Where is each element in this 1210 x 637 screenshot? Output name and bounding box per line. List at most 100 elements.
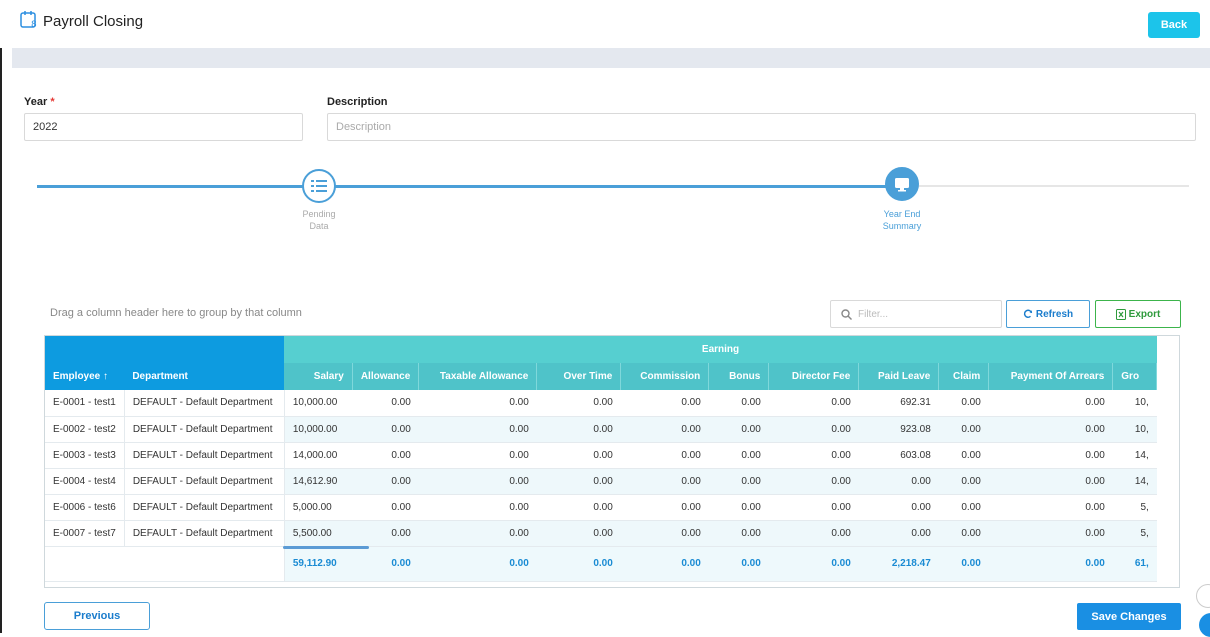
table-row[interactable]: E-0006 - test6 DEFAULT - Default Departme… <box>45 494 1157 521</box>
filter-box[interactable] <box>830 300 1002 328</box>
amount-cell: 10, <box>1112 416 1157 443</box>
amount-cell: 10,000.00 <box>284 390 353 417</box>
column-header-bonus[interactable]: Bonus <box>708 363 770 390</box>
amount-cell: 0.00 <box>988 442 1113 469</box>
required-marker: * <box>50 96 55 108</box>
amount-cell: 0.00 <box>988 416 1113 443</box>
table-row[interactable]: E-0004 - test4 DEFAULT - Default Departme… <box>45 468 1157 495</box>
amount-cell: 0.00 <box>352 468 419 495</box>
save-changes-button[interactable]: Save Changes <box>1077 603 1181 630</box>
amount-cell: 0.00 <box>418 390 537 417</box>
filter-input[interactable] <box>858 308 988 320</box>
amount-cell: 0.00 <box>536 520 621 547</box>
amount-cell: 0.00 <box>768 442 859 469</box>
total-cell: 0.00 <box>938 546 989 582</box>
department-cell: DEFAULT - Default Department <box>124 390 285 417</box>
step-year-end-summary[interactable] <box>885 167 919 201</box>
monitor-icon <box>895 177 909 191</box>
amount-cell: 923.08 <box>858 416 939 443</box>
column-header-department[interactable]: Department <box>124 363 285 390</box>
amount-cell: 0.00 <box>858 520 939 547</box>
total-cell: 0.00 <box>620 546 709 582</box>
column-header-gross[interactable]: Gro <box>1112 363 1158 390</box>
total-cell: 0.00 <box>352 546 419 582</box>
table-row[interactable]: E-0007 - test7 DEFAULT - Default Departme… <box>45 520 1157 547</box>
refresh-button[interactable]: Refresh <box>1006 300 1090 328</box>
stepper-progress-line <box>37 185 903 188</box>
refresh-icon <box>1023 309 1033 318</box>
amount-cell: 14, <box>1112 442 1157 469</box>
amount-cell: 5, <box>1112 494 1157 521</box>
amount-cell: 14, <box>1112 468 1157 495</box>
department-cell: DEFAULT - Default Department <box>124 494 285 521</box>
header-band <box>12 48 1210 68</box>
table-row[interactable]: E-0002 - test2 DEFAULT - Default Departme… <box>45 416 1157 443</box>
total-cell: 0.00 <box>768 546 859 582</box>
step-label-line: Summary <box>882 221 922 231</box>
amount-cell: 0.00 <box>768 416 859 443</box>
column-header-commission[interactable]: Commission <box>620 363 710 390</box>
amount-cell: 692.31 <box>858 390 939 417</box>
amount-cell: 0.00 <box>418 520 537 547</box>
export-button-label: Export <box>1128 308 1161 320</box>
employee-cell: E-0004 - test4 <box>45 468 125 495</box>
export-button[interactable]: Export <box>1095 300 1181 328</box>
table-row[interactable]: E-0003 - test3 DEFAULT - Default Departme… <box>45 442 1157 469</box>
year-field[interactable] <box>24 113 303 141</box>
description-field[interactable] <box>327 113 1196 141</box>
step-year-end-summary-label: Year End Summary <box>872 208 932 232</box>
amount-cell: 0.00 <box>418 468 537 495</box>
year-label-text: Year <box>24 96 48 108</box>
refresh-button-label: Refresh <box>1035 308 1074 320</box>
amount-cell: 0.00 <box>536 468 621 495</box>
amount-cell: 0.00 <box>536 390 621 417</box>
total-cell: 0.00 <box>708 546 769 582</box>
column-header-payment-of-arrears[interactable]: Payment Of Arrears <box>988 363 1114 390</box>
back-button[interactable]: Back <box>1148 12 1200 38</box>
amount-cell: 0.00 <box>708 416 769 443</box>
list-icon <box>311 180 327 192</box>
horizontal-scrollbar[interactable] <box>283 546 369 549</box>
year-label: Year * <box>24 96 55 108</box>
amount-cell: 0.00 <box>768 390 859 417</box>
group-by-hint[interactable]: Drag a column header here to group by th… <box>50 307 302 319</box>
amount-cell: 0.00 <box>988 468 1113 495</box>
page-title: Payroll Closing <box>43 13 144 30</box>
column-header-claim[interactable]: Claim <box>938 363 990 390</box>
calendar-icon: 8 <box>20 11 37 30</box>
column-header-label: Employee <box>53 371 101 382</box>
description-label: Description <box>327 96 388 108</box>
column-header-allowance[interactable]: Allowance <box>352 363 420 390</box>
amount-cell: 0.00 <box>620 390 709 417</box>
amount-cell: 0.00 <box>708 442 769 469</box>
column-header-taxable-allowance[interactable]: Taxable Allowance <box>418 363 538 390</box>
department-cell: DEFAULT - Default Department <box>124 468 285 495</box>
previous-button[interactable]: Previous <box>44 602 150 630</box>
amount-cell: 0.00 <box>938 494 989 521</box>
amount-cell: 0.00 <box>858 494 939 521</box>
step-pending-data[interactable] <box>302 169 336 203</box>
table-row[interactable]: E-0001 - test1 DEFAULT - Default Departme… <box>45 390 1157 417</box>
employee-cell: E-0001 - test1 <box>45 390 125 417</box>
column-header-over-time[interactable]: Over Time <box>536 363 622 390</box>
page-header: 8 Payroll Closing Back <box>0 0 1210 48</box>
total-cell: 59,112.90 <box>284 546 353 582</box>
amount-cell: 0.00 <box>988 390 1113 417</box>
amount-cell: 5,500.00 <box>284 520 353 547</box>
column-header-employee[interactable]: Employee ↑ <box>45 363 125 390</box>
column-header-salary[interactable]: Salary <box>284 363 353 390</box>
amount-cell: 0.00 <box>620 494 709 521</box>
column-header-director-fee[interactable]: Director Fee <box>768 363 860 390</box>
amount-cell: 0.00 <box>418 442 537 469</box>
department-cell: DEFAULT - Default Department <box>124 520 285 547</box>
amount-cell: 0.00 <box>352 416 419 443</box>
amount-cell: 0.00 <box>536 494 621 521</box>
amount-cell: 0.00 <box>418 494 537 521</box>
employee-cell: E-0003 - test3 <box>45 442 125 469</box>
column-header-paid-leave[interactable]: Paid Leave <box>858 363 940 390</box>
amount-cell: 0.00 <box>620 442 709 469</box>
amount-cell: 0.00 <box>938 442 989 469</box>
totals-label-cell <box>45 546 285 582</box>
help-button[interactable] <box>1199 613 1210 637</box>
earning-band-header: Earning <box>284 336 1157 363</box>
